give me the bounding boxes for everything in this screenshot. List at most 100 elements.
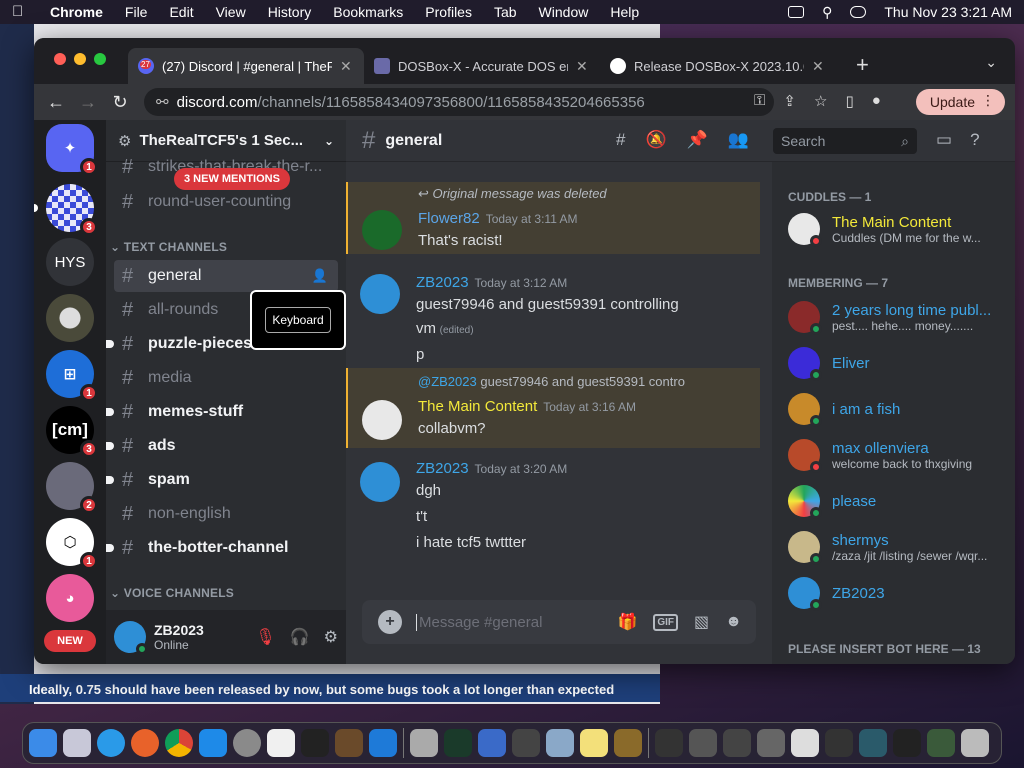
- menu-edit[interactable]: Edit: [169, 4, 193, 20]
- control-center-icon[interactable]: [850, 6, 867, 18]
- menu-bookmarks[interactable]: Bookmarks: [333, 4, 403, 20]
- inbox-icon[interactable]: ▭: [936, 130, 952, 150]
- activity-monitor-icon[interactable]: [444, 729, 472, 757]
- screen-mirroring-icon[interactable]: [788, 6, 805, 18]
- minimized-window-icon[interactable]: [655, 729, 683, 757]
- avatar[interactable]: [362, 210, 402, 250]
- text-channels-category[interactable]: ⌄ TEXT CHANNELS: [110, 240, 227, 254]
- member-item[interactable]: i am a fish: [780, 388, 1008, 430]
- server-cm[interactable]: [cm] 3: [46, 406, 98, 458]
- pinned-messages-icon[interactable]: 📌: [687, 130, 708, 150]
- message-author[interactable]: ZB2023: [416, 274, 469, 291]
- member-item[interactable]: max ollenviera welcome back to thxgiving: [780, 434, 1008, 476]
- dock-app-icon[interactable]: [410, 729, 438, 757]
- app-store-icon[interactable]: [199, 729, 227, 757]
- member-item[interactable]: Eliver: [780, 342, 1008, 384]
- guitar-app-icon[interactable]: [335, 729, 363, 757]
- avatar[interactable]: [362, 400, 402, 440]
- reply-preview[interactable]: ↩ Original message was deleted: [418, 186, 607, 202]
- avatar[interactable]: [360, 274, 400, 314]
- menu-tab[interactable]: Tab: [494, 4, 517, 20]
- member-item[interactable]: The Main Content Cuddles (DM me for the w…: [780, 208, 1008, 250]
- dock-app-icon[interactable]: [478, 729, 506, 757]
- emoji-icon[interactable]: ☻: [725, 613, 742, 631]
- site-info-icon[interactable]: ⚯: [156, 93, 169, 111]
- textedit-icon[interactable]: [267, 729, 295, 757]
- member-item[interactable]: 2 years long time publ... pest.... hehe..…: [780, 296, 1008, 338]
- minimized-window-icon[interactable]: [689, 729, 717, 757]
- menu-app-name[interactable]: Chrome: [50, 4, 103, 20]
- character-server-icon[interactable]: 2: [46, 462, 98, 514]
- reload-button[interactable]: ↻: [104, 92, 136, 113]
- threads-icon[interactable]: #: [616, 130, 625, 150]
- close-tab-icon[interactable]: ✕: [340, 58, 352, 75]
- terminal-icon[interactable]: [301, 729, 329, 757]
- reply-preview[interactable]: @ZB2023 guest79946 and guest59391 contro: [418, 374, 685, 389]
- channel-general[interactable]: # general 👤: [114, 260, 338, 292]
- chrome-menu-icon[interactable]: ⋮: [981, 92, 995, 109]
- message[interactable]: ↩ Original message was deleted Flower82 T…: [346, 182, 760, 254]
- menu-history[interactable]: History: [268, 4, 312, 20]
- back-button[interactable]: ←: [40, 92, 72, 113]
- search-input[interactable]: Search ⌕: [773, 128, 917, 154]
- minimized-window-icon[interactable]: [893, 729, 921, 757]
- checker-server-icon[interactable]: 3: [46, 184, 98, 236]
- member-item[interactable]: ZB2023: [780, 572, 1008, 614]
- close-window-button[interactable]: [54, 53, 66, 65]
- bookmark-star-icon[interactable]: ☆: [814, 92, 827, 110]
- message-author[interactable]: ZB2023: [416, 460, 469, 477]
- menu-view[interactable]: View: [216, 4, 246, 20]
- dosbox-icon[interactable]: [614, 729, 642, 757]
- headphones-icon[interactable]: 🎧: [290, 627, 310, 647]
- update-button[interactable]: Update ⋮: [915, 89, 1005, 115]
- side-panel-icon[interactable]: ▯: [845, 92, 853, 110]
- trash-icon[interactable]: [961, 729, 989, 757]
- message-author[interactable]: Flower82: [418, 210, 480, 227]
- new-unreads-button[interactable]: NEW: [44, 630, 96, 652]
- close-tab-icon[interactable]: ✕: [576, 58, 588, 75]
- voice-channels-category[interactable]: ⌄ VOICE CHANNELS: [110, 586, 234, 600]
- channel-round-user-counting[interactable]: # round-user-counting: [114, 186, 338, 218]
- url-field[interactable]: ⚯ discord.com/channels/11658584340973568…: [144, 88, 774, 116]
- zoom-window-button[interactable]: [94, 53, 106, 65]
- menubar-clock[interactable]: Thu Nov 23 3:21 AM: [884, 4, 1012, 20]
- channel-ads[interactable]: # ads: [106, 430, 338, 462]
- dock-app-icon[interactable]: [546, 729, 574, 757]
- channel-media[interactable]: # media: [114, 362, 338, 394]
- firefox-icon[interactable]: [131, 729, 159, 757]
- profile-icon[interactable]: ●: [872, 92, 881, 110]
- channel-non-english[interactable]: # non-english: [114, 498, 338, 530]
- message-input[interactable]: [416, 613, 618, 631]
- minimized-window-icon[interactable]: [927, 729, 955, 757]
- avatar[interactable]: [360, 462, 400, 502]
- minimized-window-icon[interactable]: [791, 729, 819, 757]
- apple-icon[interactable]: : [12, 4, 26, 20]
- gif-button[interactable]: GIF: [653, 613, 679, 631]
- dock-app-icon[interactable]: [512, 729, 540, 757]
- menu-help[interactable]: Help: [610, 4, 639, 20]
- minimized-window-icon[interactable]: [859, 729, 887, 757]
- notes-icon[interactable]: [580, 729, 608, 757]
- key-icon[interactable]: ⚿: [754, 92, 765, 110]
- message-author[interactable]: The Main Content: [418, 398, 537, 415]
- menu-window[interactable]: Window: [539, 4, 589, 20]
- user-settings-gear-icon[interactable]: ⚙: [324, 627, 338, 647]
- message[interactable]: ZB2023 Today at 3:12 AM guest79946 and gu…: [346, 262, 760, 363]
- safari-icon[interactable]: [97, 729, 125, 757]
- message[interactable]: ZB2023 Today at 3:20 AM dgh t't i hate tcf5 …: [346, 458, 760, 558]
- finder-icon[interactable]: [29, 729, 57, 757]
- tab-discord[interactable]: 27 (27) Discord | #general | TheRe ✕: [128, 48, 364, 84]
- tab-dosbox[interactable]: DOSBox-X - Accurate DOS em ✕: [364, 48, 600, 84]
- vscode-icon[interactable]: [369, 729, 397, 757]
- channel-memes-stuff[interactable]: # memes-stuff: [106, 396, 338, 428]
- mute-mic-icon[interactable]: 🎙: [255, 627, 275, 647]
- member-item[interactable]: please: [780, 480, 1008, 522]
- spotlight-icon[interactable]: ⚲: [822, 4, 832, 21]
- create-invite-icon[interactable]: 👤: [312, 268, 328, 284]
- pink-server-icon[interactable]: ◕: [46, 574, 94, 622]
- upload-plus-icon[interactable]: +: [378, 610, 402, 634]
- minimized-window-icon[interactable]: [757, 729, 785, 757]
- minimized-window-icon[interactable]: [723, 729, 751, 757]
- sticker-icon[interactable]: ▧: [694, 612, 709, 632]
- help-icon[interactable]: ?: [970, 130, 979, 150]
